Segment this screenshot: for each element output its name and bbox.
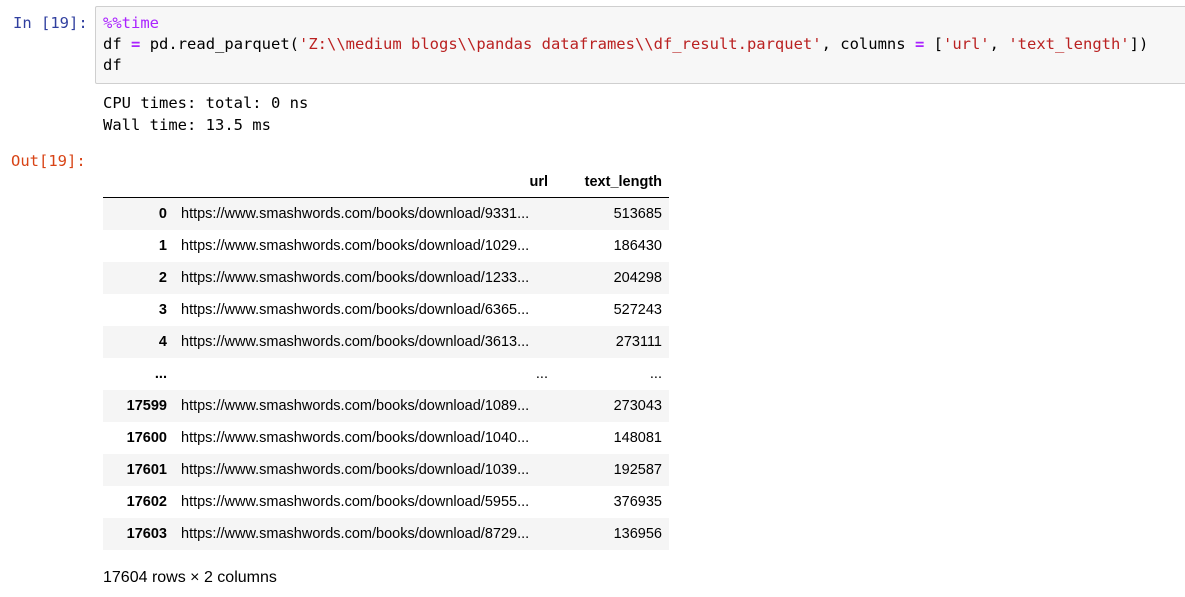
code-path-string: 'Z:\\medium blogs\\pandas dataframes\\df… [299,35,822,53]
table-row: 17603 https://www.smashwords.com/books/d… [103,517,669,550]
code-list-sep: , [989,35,1009,53]
text-length-cell: 527243 [613,301,662,318]
url-cell: https://www.smashwords.com/books/downloa… [181,429,530,446]
table-row-ellipsis: ... ... ... [103,358,669,390]
row-index: 2 [158,269,167,286]
table-row: 17602 https://www.smashwords.com/books/d… [103,486,669,518]
url-cell: https://www.smashwords.com/books/downloa… [181,525,530,542]
code-line-2: df = pd.read_parquet('Z:\\medium blogs\\… [103,34,1185,55]
url-cell: ... [535,365,548,382]
code-call: pd.read_parquet( [149,35,300,53]
url-cell: https://www.smashwords.com/books/downloa… [181,333,530,350]
stdout-output: CPU times: total: 0 ns Wall time: 13.5 ms [103,92,308,136]
code-assign-op: = [131,35,141,53]
code-kw-eq-op: = [914,35,925,53]
row-index: 17602 [126,493,167,510]
text-length-cell: 204298 [613,269,662,286]
url-cell: https://www.smashwords.com/books/downloa… [181,269,530,286]
column-header-url: url [174,167,555,198]
row-index: ... [154,365,167,382]
text-length-cell: 273043 [613,397,662,414]
dataframe-output: url text_length 0 https://www.smashwords… [103,167,669,550]
table-row: 17600 https://www.smashwords.com/books/d… [103,422,669,454]
url-cell: https://www.smashwords.com/books/downloa… [181,461,530,478]
url-cell: https://www.smashwords.com/books/downloa… [181,493,530,510]
dataframe-shape-note: 17604 rows × 2 columns [103,569,277,586]
code-input-area[interactable]: %%time df = pd.read_parquet('Z:\\medium … [95,6,1185,84]
text-length-cell: 148081 [613,429,662,446]
row-index: 1 [158,237,167,254]
code-columns-kw: , columns [821,35,906,53]
url-cell: https://www.smashwords.com/books/downloa… [181,301,530,318]
code-line-1: %%time [103,13,1185,34]
column-header-text-length: text_length [555,167,669,198]
text-length-cell: ... [649,365,662,382]
cell-magic: %%time [103,14,159,32]
table-row: 1 https://www.smashwords.com/books/downl… [103,230,669,262]
url-cell: https://www.smashwords.com/books/downloa… [181,237,530,254]
code-list-open: [ [933,35,943,53]
text-length-cell: 192587 [613,461,662,478]
row-index: 17601 [126,461,167,478]
row-index: 17600 [126,429,167,446]
text-length-cell: 273111 [615,333,662,350]
url-cell: https://www.smashwords.com/books/downloa… [181,397,530,414]
cpu-times-line: CPU times: total: 0 ns [103,94,309,112]
wall-time-line: Wall time: 13.5 ms [103,116,271,134]
code-close: ]) [1129,35,1149,53]
dataframe-table: url text_length 0 https://www.smashwords… [103,167,669,550]
row-index: 4 [158,333,167,350]
table-header-row: url text_length [103,167,669,198]
table-row: 2 https://www.smashwords.com/books/downl… [103,261,669,294]
table-row: 0 https://www.smashwords.com/books/downl… [103,197,669,230]
code-line-3: df [103,56,122,74]
table-row: 17601 https://www.smashwords.com/books/d… [103,453,669,486]
text-length-cell: 186430 [613,237,662,254]
input-prompt: In [19]: [13,14,88,32]
code-var: df [103,35,122,53]
text-length-cell: 136956 [613,525,662,542]
table-row: 17599 https://www.smashwords.com/books/d… [103,389,669,422]
row-index: 17599 [126,397,167,414]
table-row: 4 https://www.smashwords.com/books/downl… [103,325,669,358]
table-row: 3 https://www.smashwords.com/books/downl… [103,294,669,326]
code-col-url-string: 'url' [942,35,990,53]
text-length-cell: 513685 [613,205,662,222]
row-index: 17603 [126,525,167,542]
url-cell: https://www.smashwords.com/books/downloa… [181,205,530,222]
output-prompt: Out[19]: [11,152,86,170]
text-length-cell: 376935 [613,493,662,510]
row-index: 3 [158,301,167,318]
row-index: 0 [158,205,167,222]
code-col-length-string: 'text_length' [1008,35,1130,53]
index-header [103,167,174,198]
